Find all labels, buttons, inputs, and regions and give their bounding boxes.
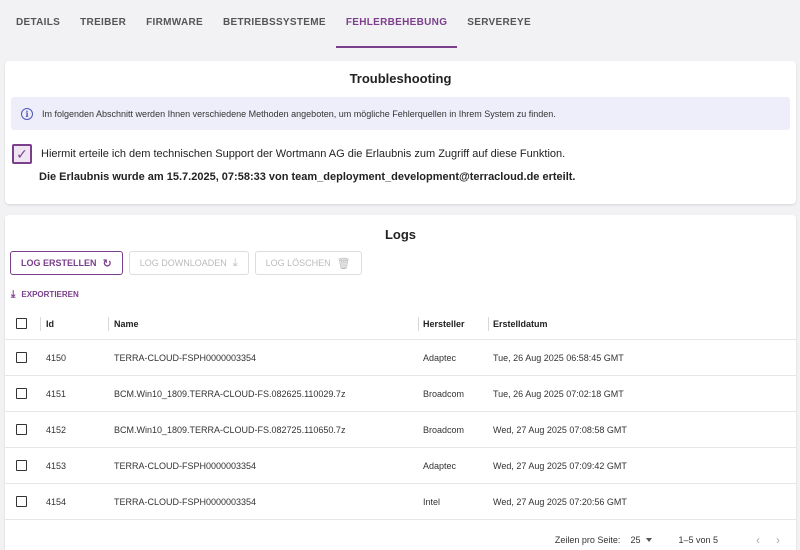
column-header-manufacturer[interactable]: Hersteller: [418, 308, 488, 339]
tab-bar: DETAILS TREIBER FIRMWARE BETRIEBSSYSTEME…: [0, 0, 800, 48]
create-log-label: LOG ERSTELLEN: [21, 258, 97, 268]
tab-treiber[interactable]: TREIBER: [70, 0, 136, 48]
pagination: Zeilen pro Seite: 25 1–5 von 5 ‹ ›: [5, 527, 796, 550]
cell-manufacturer: Broadcom: [423, 424, 465, 435]
rows-per-page-select[interactable]: 25: [630, 535, 653, 545]
tab-fehlerbehebung[interactable]: FEHLERBEHEBUNG: [335, 0, 458, 48]
delete-log-button[interactable]: LOG LÖSCHEN 🗑: [254, 251, 362, 275]
cell-manufacturer: Adaptec: [423, 460, 457, 471]
download-log-label: LOG DOWNLOADEN: [139, 258, 227, 268]
caret-down-icon: [646, 538, 653, 542]
cell-name: BCM.Win10_1809.TERRA-CLOUD-FS.082725.110…: [114, 424, 346, 435]
table-row[interactable]: 4154 TERRA-CLOUD-FSPH0000003354 Intel We…: [5, 484, 796, 520]
cell-manufacturer: Intel: [423, 496, 441, 507]
table-header: Id Name Hersteller Erstelldatum: [5, 308, 796, 340]
info-circle-icon: i: [21, 107, 33, 120]
cell-name: TERRA-CLOUD-FSPH0000003354: [114, 352, 257, 363]
troubleshooting-card: Troubleshooting i Im folgenden Abschnitt…: [5, 61, 796, 204]
column-header-created[interactable]: Erstelldatum: [488, 308, 796, 339]
cell-id: 4151: [46, 388, 67, 399]
cell-manufacturer: Adaptec: [423, 352, 457, 363]
table-row[interactable]: 4151 BCM.Win10_1809.TERRA-CLOUD-FS.08262…: [5, 376, 796, 412]
trash-icon: 🗑: [336, 257, 351, 270]
cell-created: Wed, 27 Aug 2025 07:08:58 GMT: [493, 424, 627, 435]
row-checkbox[interactable]: [16, 460, 27, 471]
troubleshooting-title: Troubleshooting: [349, 71, 452, 86]
page-range: 1–5 von 5: [678, 535, 718, 545]
export-label: EXPORTIEREN: [21, 290, 79, 299]
logs-title: Logs: [384, 227, 417, 242]
cell-created: Wed, 27 Aug 2025 07:09:42 GMT: [493, 460, 627, 471]
permission-info: Die Erlaubnis wurde am 15.7.2025, 07:58:…: [39, 171, 576, 183]
logs-card: Logs LOG ERSTELLEN ↻ LOG DOWNLOADEN ⤓ LO…: [5, 215, 796, 550]
rows-per-page-value: 25: [630, 535, 641, 545]
refresh-icon: ↻: [102, 257, 112, 270]
check-icon: ✓: [16, 145, 28, 162]
delete-log-label: LOG LÖSCHEN: [265, 258, 331, 268]
download-log-button[interactable]: LOG DOWNLOADEN ⤓: [128, 251, 249, 275]
cell-created: Wed, 27 Aug 2025 07:20:56 GMT: [493, 496, 627, 507]
cell-id: 4153: [46, 460, 67, 471]
consent-checkbox[interactable]: ✓: [12, 144, 32, 164]
cell-name: TERRA-CLOUD-FSPH0000003354: [114, 460, 257, 471]
tab-servereye[interactable]: SERVEREYE: [457, 0, 541, 48]
row-checkbox[interactable]: [16, 424, 27, 435]
export-icon: ⤓: [11, 289, 16, 300]
column-header-id[interactable]: Id: [40, 308, 108, 339]
cell-created: Tue, 26 Aug 2025 06:58:45 GMT: [493, 352, 624, 363]
row-checkbox[interactable]: [16, 352, 27, 363]
info-text: Im folgenden Abschnitt werden Ihnen vers…: [42, 108, 556, 119]
consent-row: ✓ Hiermit erteile ich dem technischen Su…: [12, 144, 565, 164]
info-banner: i Im folgenden Abschnitt werden Ihnen ve…: [11, 97, 790, 130]
row-checkbox[interactable]: [16, 496, 27, 507]
cell-id: 4154: [46, 496, 67, 507]
cell-created: Tue, 26 Aug 2025 07:02:18 GMT: [493, 388, 624, 399]
export-button[interactable]: ⤓ EXPORTIEREN: [11, 289, 79, 300]
tab-details[interactable]: DETAILS: [6, 0, 70, 48]
cell-id: 4152: [46, 424, 67, 435]
cell-name: TERRA-CLOUD-FSPH0000003354: [114, 496, 257, 507]
consent-label: Hiermit erteile ich dem technischen Supp…: [41, 148, 566, 160]
tab-betriebssysteme[interactable]: BETRIEBSSYSTEME: [213, 0, 336, 48]
cell-name: BCM.Win10_1809.TERRA-CLOUD-FS.082625.110…: [114, 388, 346, 399]
download-icon: ⤓: [232, 256, 238, 269]
table-row[interactable]: 4152 BCM.Win10_1809.TERRA-CLOUD-FS.08272…: [5, 412, 796, 448]
cell-manufacturer: Broadcom: [423, 388, 465, 399]
row-checkbox[interactable]: [16, 388, 27, 399]
logs-table: Id Name Hersteller Erstelldatum 4150 TER…: [5, 308, 796, 520]
select-all-checkbox[interactable]: [16, 318, 27, 329]
create-log-button[interactable]: LOG ERSTELLEN ↻: [10, 251, 123, 275]
tab-firmware[interactable]: FIRMWARE: [136, 0, 213, 48]
table-row[interactable]: 4150 TERRA-CLOUD-FSPH0000003354 Adaptec …: [5, 340, 796, 376]
chevron-left-icon[interactable]: ‹: [756, 533, 760, 547]
column-header-name[interactable]: Name: [108, 308, 418, 339]
table-row[interactable]: 4153 TERRA-CLOUD-FSPH0000003354 Adaptec …: [5, 448, 796, 484]
rows-per-page-label: Zeilen pro Seite:: [554, 535, 621, 545]
log-actions: LOG ERSTELLEN ↻ LOG DOWNLOADEN ⤓ LOG LÖS…: [10, 251, 362, 275]
chevron-right-icon[interactable]: ›: [776, 533, 780, 547]
cell-id: 4150: [46, 352, 67, 363]
